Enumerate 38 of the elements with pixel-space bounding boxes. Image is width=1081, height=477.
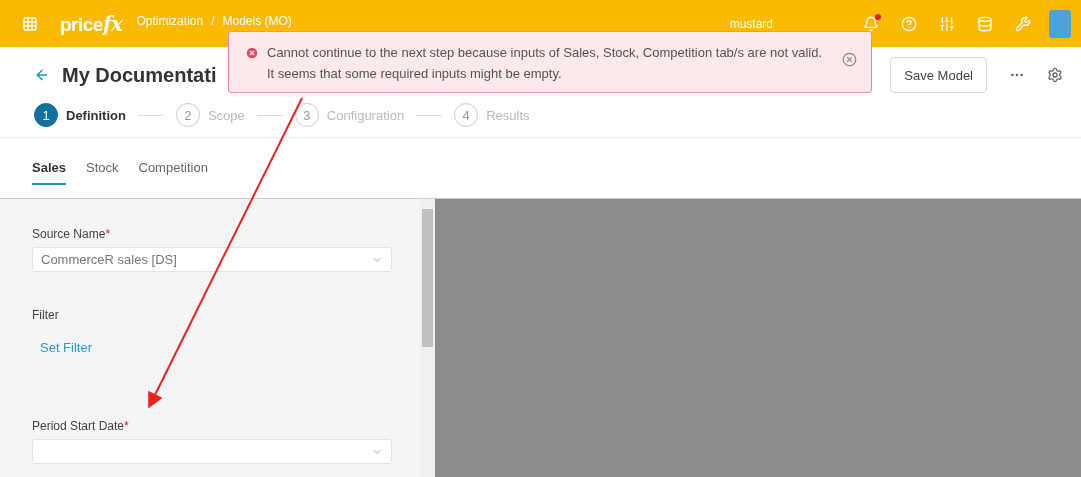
step-number[interactable]: 1	[34, 103, 58, 127]
scrollbar[interactable]	[420, 199, 435, 477]
toast-message: Cannot continue to the next step because inputs of Sales, Stock, Competition tab/s are not valid. It seems that some required inputs might be empty.	[267, 44, 823, 83]
user-name: mustard	[729, 16, 773, 31]
required-mark: *	[124, 419, 129, 433]
field-label: Period Start Date*	[32, 419, 130, 433]
set-filter-link[interactable]: Set Filter	[40, 340, 420, 355]
step-label[interactable]: Definition	[66, 107, 126, 123]
step-number[interactable]: 4	[454, 103, 479, 127]
step-label[interactable]: Results	[486, 107, 530, 123]
breadcrumb-link[interactable]: Optimization	[136, 13, 204, 28]
tab[interactable]: Stock	[86, 151, 119, 185]
database-icon[interactable]	[977, 15, 993, 32]
breadcrumb-link[interactable]: Models (MO)	[222, 13, 292, 28]
required-mark: *	[105, 227, 111, 241]
settings-icon[interactable]	[1047, 67, 1063, 83]
select-field[interactable]	[32, 439, 392, 464]
step-number[interactable]: 3	[294, 103, 319, 127]
breadcrumb-separator: /	[211, 13, 215, 28]
close-icon[interactable]	[842, 52, 857, 67]
tab[interactable]: Competition	[138, 151, 208, 185]
select-field[interactable]: CommerceR sales [DS]	[32, 247, 392, 272]
notification-bell-icon[interactable]	[863, 15, 879, 32]
save-model-button[interactable]: Save Model	[890, 57, 987, 93]
sliders-icon[interactable]	[939, 15, 955, 32]
step-label[interactable]: Scope	[207, 107, 245, 123]
field-label: Source Name*	[32, 227, 112, 241]
logo: pricefx	[60, 11, 123, 36]
step-label[interactable]: Configuration	[326, 107, 405, 123]
wrench-icon[interactable]	[1015, 15, 1031, 32]
step-number[interactable]: 2	[175, 103, 200, 127]
avatar[interactable]	[1049, 9, 1071, 38]
error-icon	[245, 46, 259, 60]
tab[interactable]: Sales	[32, 151, 66, 185]
page-title: My Documentati	[62, 63, 217, 87]
apps-grid-icon[interactable]	[22, 15, 38, 32]
field-label: Filter	[32, 308, 60, 322]
help-icon[interactable]	[901, 15, 917, 32]
